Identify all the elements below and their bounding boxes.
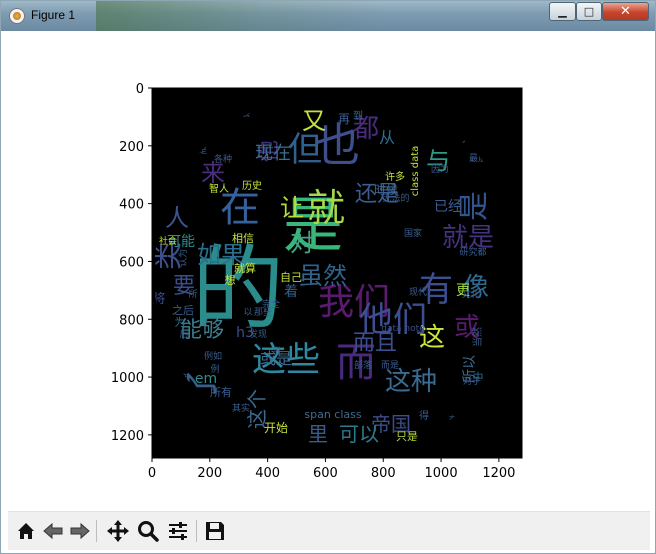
wordcloud-word: 现代 <box>409 287 427 298</box>
wordcloud-word: 现在 <box>255 143 291 164</box>
wordcloud-word: 当然 <box>471 327 484 347</box>
home-icon <box>18 523 34 539</box>
wordcloud-word: 又 <box>302 107 326 135</box>
wordcloud-word: 虽然 <box>299 262 347 290</box>
wordcloud-word: 相信 <box>232 232 254 245</box>
wordcloud-word: 但 <box>288 130 322 170</box>
wordcloud-word: class data <box>410 146 421 197</box>
wordcloud-word: 到 <box>353 110 363 122</box>
wordcloud-word: 想 <box>225 273 236 287</box>
wordcloud-word: data note <box>381 324 425 334</box>
home-button[interactable] <box>13 518 39 544</box>
wordcloud-word: 再 <box>338 112 350 126</box>
wordcloud-word: 因为 <box>431 163 449 175</box>
wordcloud-word: 可以 <box>339 422 379 446</box>
floppy-disk-icon <box>206 522 224 540</box>
wordcloud-word: 完全 <box>262 298 280 310</box>
wordcloud-word: 以 <box>243 308 252 318</box>
title-bar-background <box>96 1 386 31</box>
wordcloud-word: 社会 <box>159 235 177 247</box>
wordcloud-word: 从 <box>379 128 395 147</box>
wordcloud-word: 得 <box>419 410 429 422</box>
zoom-button[interactable] <box>135 518 161 544</box>
magnifier-icon <box>138 521 159 542</box>
wordcloud-word: 部落 <box>354 359 372 371</box>
wordcloud-word: 例 <box>210 363 219 375</box>
window-title: Figure 1 <box>31 8 76 22</box>
wordcloud-word: 而是 <box>381 360 399 371</box>
x-tick-label: 1200 <box>482 466 515 481</box>
wordcloud-word: 是 <box>457 191 492 221</box>
x-tick-label: 800 <box>371 466 396 481</box>
wordcloud-word: 孔 <box>273 346 282 357</box>
save-button[interactable] <box>202 518 228 544</box>
wordcloud-word: 开始 <box>264 421 288 435</box>
forward-button[interactable] <box>67 518 93 544</box>
wordcloud-word: 对于 <box>463 375 481 387</box>
y-tick-label: 1200 <box>111 429 144 444</box>
wordcloud-word: 为 <box>175 316 186 329</box>
toolbar-separator <box>96 520 97 542</box>
x-tick-label: 400 <box>255 466 280 481</box>
y-tick-label: 1000 <box>111 371 144 386</box>
wordcloud-word: 自己 <box>280 271 302 284</box>
title-bar[interactable]: Figure 1 ▁ □ ✕ <box>1 1 655 31</box>
y-tick-label: 600 <box>119 255 144 270</box>
wordcloud-word: 所 <box>188 289 197 300</box>
wordcloud-word: 而且 <box>353 331 397 356</box>
x-tick-label: 200 <box>197 466 222 481</box>
wordcloud-word: 让 <box>280 194 304 222</box>
wordcloud-word: 智人 <box>209 182 229 195</box>
app-icon <box>9 8 25 24</box>
wordcloud-word: 国家 <box>404 227 422 239</box>
wordcloud-word: 许多 <box>385 170 405 183</box>
toolbar-separator <box>196 520 197 542</box>
wordcloud-word: span class <box>304 408 361 421</box>
wordcloud-word: 人 <box>165 204 189 232</box>
y-tick-label: 200 <box>119 140 144 155</box>
wordcloud-word: 后 <box>179 329 188 340</box>
y-tick-label: 800 <box>119 313 144 328</box>
close-button[interactable]: ✕ <box>602 2 649 21</box>
pan-button[interactable] <box>105 518 131 544</box>
wordcloud-word: 认为 <box>177 249 189 267</box>
wordcloud-word: 所有 <box>210 385 232 399</box>
wordcloud-word: 其实 <box>232 402 250 414</box>
maximize-button[interactable]: □ <box>576 2 602 21</box>
x-tick-label: 600 <box>313 466 338 481</box>
wordcloud-word: 各种 <box>214 153 232 165</box>
wordcloud-word: 对 <box>290 229 314 257</box>
wordcloud-word: 例如 <box>204 350 222 362</box>
wordcloud-word: 文化 <box>462 288 480 300</box>
wordcloud-word: 发现 <box>249 328 267 340</box>
x-tick-label: 1000 <box>425 466 458 481</box>
wordcloud-word: 这种 <box>385 367 437 397</box>
move-icon <box>107 520 129 542</box>
wordcloud-word: 只是 <box>396 430 418 443</box>
x-tick-label: 0 <box>148 466 156 481</box>
figure-window: Figure 1 ▁ □ ✕ 0 200 400 600 800 1000 1200 0 200… <box>0 0 656 554</box>
arrow-right-icon <box>70 522 90 540</box>
plot-area[interactable]: 0 200 400 600 800 1000 1200 0 200 400 600 800 1000 12… <box>8 31 650 511</box>
wordcloud-word: 着 <box>284 284 298 300</box>
wordcloud-word: 无法的 <box>382 192 409 204</box>
minimize-button[interactable]: ▁ <box>549 2 576 21</box>
y-tick-label: 0 <box>136 82 144 97</box>
wordcloud-word: 已经 <box>434 199 462 215</box>
configure-subplots-button[interactable] <box>165 518 191 544</box>
back-button[interactable] <box>40 518 66 544</box>
wordcloud-word: 研究都 <box>459 246 486 258</box>
figure-canvas[interactable]: 0 200 400 600 800 1000 1200 0 200 400 600 800 1000 12… <box>8 31 650 511</box>
wordcloud-word: 就算 <box>234 261 256 275</box>
wordcloud-word: 里 <box>308 422 328 446</box>
wordcloud-word: 之后 <box>172 303 194 317</box>
navigation-toolbar <box>8 511 650 550</box>
y-tick-label: 400 <box>119 198 144 213</box>
sliders-icon <box>169 522 187 540</box>
wordcloud-word: 就 <box>307 186 345 230</box>
wordcloud-word: 历史 <box>242 180 262 192</box>
arrow-left-icon <box>43 522 63 540</box>
